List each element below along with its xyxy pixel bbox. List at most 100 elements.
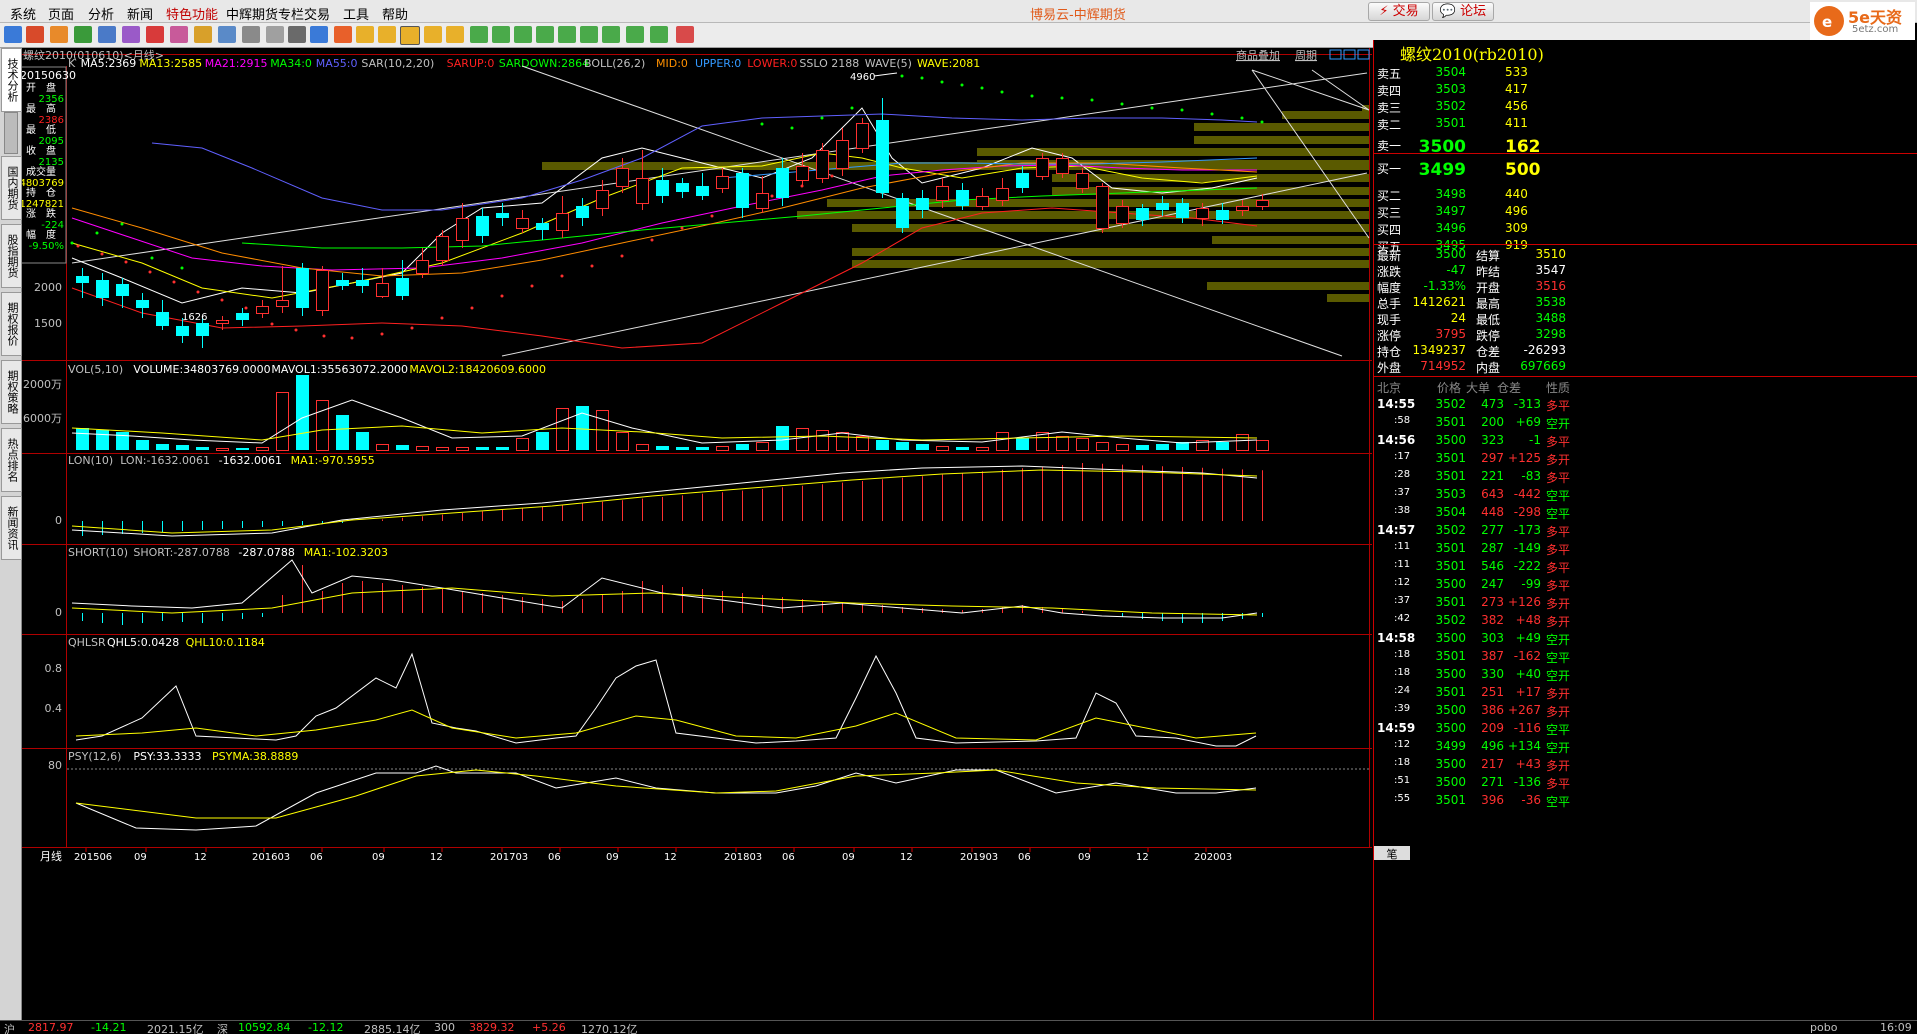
min60-icon[interactable] <box>580 26 598 43</box>
settings-icon[interactable] <box>266 26 284 43</box>
tab-hot-ranking[interactable]: 热点排名 <box>1 428 22 492</box>
high-marker-label: 4960 <box>850 72 875 83</box>
sar-dot <box>590 264 594 268</box>
min15-icon[interactable] <box>536 26 554 43</box>
tick-type: 空开 <box>1546 669 1571 683</box>
tab-news-info[interactable]: 新闻资讯 <box>1 496 22 560</box>
menu-news[interactable]: 新闻 <box>127 4 153 23</box>
menu-page[interactable]: 页面 <box>48 4 74 23</box>
hour2-icon[interactable] <box>602 26 620 43</box>
home-icon[interactable] <box>26 26 44 43</box>
menu-trade[interactable]: 交易 <box>304 4 330 23</box>
candle <box>996 188 1009 201</box>
candle <box>976 196 989 207</box>
candle <box>576 206 589 218</box>
bid-price: 3497 <box>1435 204 1466 218</box>
list-icon[interactable] <box>288 26 306 43</box>
sar-dot <box>1260 120 1264 124</box>
tick-type: 多平 <box>1546 399 1571 413</box>
tab-technical-analysis[interactable]: 技术分析 <box>1 48 22 112</box>
forum-button[interactable]: 💬 论坛 <box>1432 2 1494 21</box>
month-icon[interactable] <box>400 26 420 45</box>
layout-icon[interactable] <box>122 26 140 43</box>
week-icon[interactable] <box>378 26 396 43</box>
menu-tools[interactable]: 工具 <box>343 4 369 23</box>
volume-bar <box>816 430 829 451</box>
folder-icon[interactable] <box>50 26 68 43</box>
back-icon[interactable] <box>4 26 22 43</box>
tick-change: -83 <box>1521 469 1541 483</box>
x-tick-label: 09 <box>842 852 855 863</box>
candle <box>736 173 749 208</box>
candle <box>516 218 529 229</box>
brand-logo: e 5e天资 5etz.com <box>1810 2 1915 40</box>
chart-icon[interactable] <box>310 26 328 43</box>
quote-row: :18 3500 217 +43 多开 <box>1374 757 1917 774</box>
quote-row: 现手 24 最低 3488 <box>1374 311 1917 328</box>
trade-button[interactable]: ⚡ 交易 <box>1368 2 1430 21</box>
sar-dot <box>70 241 74 245</box>
volume-bar <box>1116 444 1129 451</box>
day-icon[interactable] <box>356 26 374 43</box>
tool-icon[interactable] <box>242 26 260 43</box>
calendar-icon[interactable] <box>676 26 694 43</box>
season-icon[interactable] <box>424 26 442 43</box>
menu-features[interactable]: 特色功能 <box>166 4 218 23</box>
tab-ticks[interactable]: 笔 <box>1374 846 1410 861</box>
search-icon[interactable] <box>146 26 164 43</box>
candle <box>676 183 689 192</box>
indicator-label: MAVOL2:18420609.6000 <box>409 363 546 376</box>
grid-icon[interactable] <box>218 26 236 43</box>
lon-tick: 0 <box>55 514 62 527</box>
volume-bar <box>436 447 449 451</box>
candle <box>96 280 109 298</box>
min5-icon[interactable] <box>514 26 532 43</box>
kline-chart[interactable]: 螺纹2010(010610)<月线> 商品叠加 周期 K MA5:2369 MA13… <box>13 48 1372 1020</box>
period-link[interactable]: 周期 <box>1295 49 1317 62</box>
candle <box>1056 158 1069 174</box>
candle <box>556 213 569 231</box>
price-panel: 2000 1500 4960 1626 <box>34 65 1370 357</box>
candle <box>436 236 449 261</box>
volume-bar <box>676 447 689 450</box>
tab-option-strategy[interactable]: 期权策略 <box>1 360 22 424</box>
tab-domestic-futures[interactable]: 国内期货 <box>1 156 22 220</box>
volume-bar <box>496 447 509 450</box>
stat-value: 24 <box>1450 311 1466 325</box>
stat-value: 1412621 <box>1412 295 1466 309</box>
menu-zhonghui-column[interactable]: 中辉期货专栏 <box>226 4 304 23</box>
tick-change: +49 <box>1515 631 1541 645</box>
tick-type: 空开 <box>1546 417 1571 431</box>
tab-option-quotes[interactable]: 期权报价 <box>1 292 22 356</box>
candle <box>136 300 149 308</box>
candle <box>916 198 929 210</box>
tick-icon[interactable] <box>334 26 352 43</box>
collapse-arrow-icon[interactable] <box>4 112 18 154</box>
alert-icon[interactable] <box>170 26 188 43</box>
min30-icon[interactable] <box>558 26 576 43</box>
price-tick: 1500 <box>34 317 62 330</box>
min3-icon[interactable] <box>492 26 510 43</box>
refresh-icon[interactable] <box>74 26 92 43</box>
min1-icon[interactable] <box>470 26 488 43</box>
volume-profile-bar <box>1194 136 1369 144</box>
volume-bar <box>796 428 809 451</box>
year-period-icon[interactable] <box>650 26 668 43</box>
year-icon[interactable] <box>446 26 464 43</box>
week4-icon[interactable] <box>626 26 644 43</box>
tab-index-futures[interactable]: 股指期货 <box>1 224 22 288</box>
overlay-link[interactable]: 商品叠加 <box>1236 48 1280 62</box>
indicator-label: LON(10) <box>68 454 113 467</box>
menu-analysis[interactable]: 分析 <box>88 4 114 23</box>
indicator-label: MA1:-970.5955 <box>291 454 375 467</box>
trend-line <box>1311 69 1370 111</box>
star-icon[interactable] <box>194 26 212 43</box>
volume-tick: 6000万 <box>23 412 62 425</box>
window-icon[interactable] <box>98 26 116 43</box>
chart-area[interactable]: 螺纹2010(010610)<月线> 商品叠加 周期 K MA5:2369 MA13… <box>13 48 1372 1020</box>
index-value: +5.26 <box>532 1021 566 1034</box>
bid-volume: 309 <box>1505 221 1528 235</box>
menu-system[interactable]: 系统 <box>10 4 36 23</box>
volume-profile-bar <box>1212 236 1369 244</box>
menu-help[interactable]: 帮助 <box>382 4 408 23</box>
